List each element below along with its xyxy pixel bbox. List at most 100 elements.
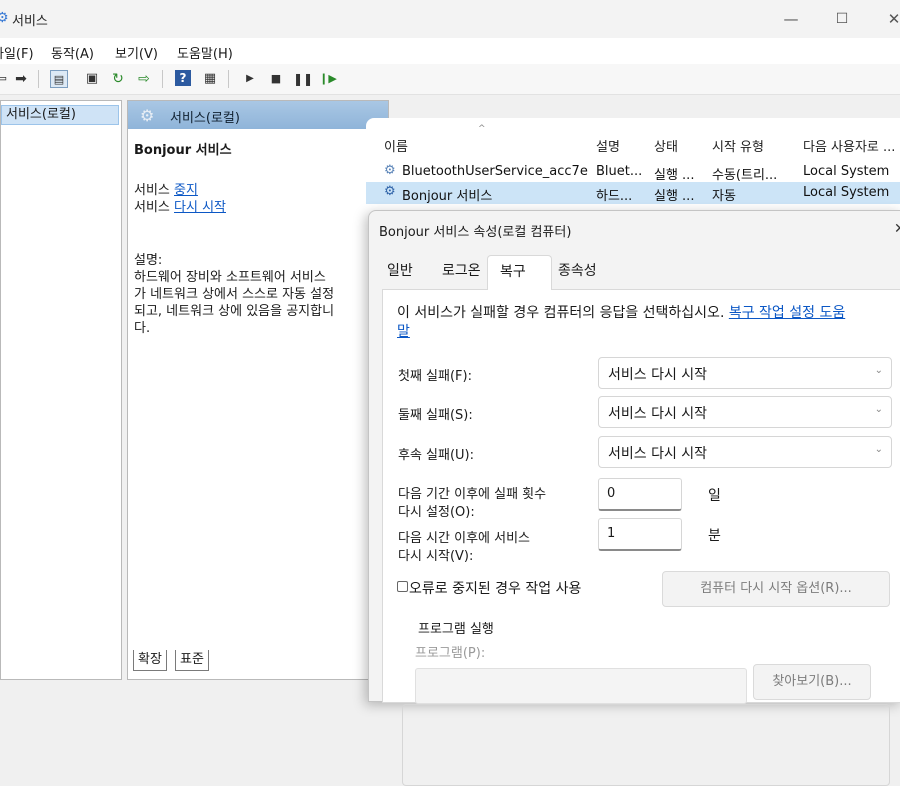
menu-view[interactable]: 보기(V) — [115, 43, 158, 62]
menu-bar: 파일(F) 동작(A) 보기(V) 도움말(H) — [0, 38, 900, 64]
service-name: Bonjour 서비스 — [402, 189, 493, 204]
subsequent-failure-value: 서비스 다시 시작 — [608, 446, 708, 462]
restart-after-unit: 분 — [708, 528, 721, 544]
dialog-close-icon[interactable]: ✕ — [894, 221, 900, 237]
refresh-icon[interactable]: ↻ — [109, 70, 127, 88]
column-header-logon-as[interactable]: 다음 사용자로 ... — [803, 136, 895, 155]
chevron-down-icon: ⌄ — [874, 444, 883, 455]
restart-after-label: 다음 시간 이후에 서비스 — [398, 531, 530, 546]
service-description: 하드... — [596, 189, 633, 204]
toolbar-separator — [162, 70, 163, 88]
first-failure-label: 첫째 실패(F): — [398, 369, 472, 384]
column-header-startup-type[interactable]: 시작 유형 — [712, 136, 764, 155]
start-icon[interactable]: ▶ — [241, 70, 259, 88]
chevron-down-icon: ⌄ — [874, 404, 883, 415]
tab-logon[interactable]: 로그온 — [442, 260, 481, 280]
table-row-selected[interactable]: ⚙ Bonjour 서비스 하드... 실행 ... 자동 Local Syst… — [366, 182, 900, 204]
menu-file[interactable]: 파일(F) — [0, 43, 34, 62]
service-logon-as: Local System — [803, 185, 890, 200]
title-bar: ⚙ 서비스 — ☐ ✕ — [0, 0, 900, 38]
restart-computer-options-label: 컴퓨터 다시 시작 옵션(R)... — [700, 581, 852, 596]
table-row[interactable]: ⚙ BluetoothUserService_acc7e Bluet... 실행… — [366, 162, 900, 183]
gear-icon: ⚙ — [140, 106, 155, 125]
run-program-group — [402, 704, 890, 786]
export-list-icon[interactable]: ⇨ — [135, 70, 153, 88]
restart-computer-options-button[interactable]: 컴퓨터 다시 시작 옵션(R)... — [662, 571, 890, 607]
services-app-icon: ⚙ — [0, 10, 9, 26]
reset-count-label: 다음 기간 이후에 실패 횟수 — [398, 487, 547, 502]
stop-icon[interactable]: ■ — [267, 70, 285, 88]
restart-prefix: 서비스 — [134, 200, 175, 215]
help-icon[interactable]: ? — [175, 70, 191, 86]
extended-view-pane: ⚙ 서비스(로컬) Bonjour 서비스 서비스 중지 서비스 다시 시작 설… — [127, 100, 389, 680]
maximize-icon[interactable]: ☐ — [831, 8, 853, 30]
recovery-help-link-cont[interactable]: 말 — [397, 324, 410, 340]
service-properties-dialog: Bonjour 서비스 속성(로컬 컴퓨터) ✕ 일반 로그온 복구 종속성 이… — [368, 210, 900, 786]
tab-standard[interactable]: 표준 — [175, 650, 209, 671]
window-title: 서비스 — [12, 14, 48, 29]
selected-service-name: Bonjour 서비스 — [134, 143, 232, 158]
toolbar-separator — [38, 70, 39, 88]
toolbar: ⇦ ➡ ▤ ▣ ↻ ⇨ ? ▦ ▶ ■ ❚❚ ❙▶ — [0, 64, 900, 95]
service-status: 실행 ... — [654, 189, 695, 204]
browse-button[interactable]: 찾아보기(B)... — [753, 664, 871, 700]
subsequent-failure-label: 후속 실패(U): — [398, 448, 475, 463]
tree-item-label: 서비스(로컬) — [6, 107, 76, 122]
service-name: BluetoothUserService_acc7e — [402, 164, 588, 179]
show-hide-tree-icon[interactable]: ▤ — [50, 70, 68, 88]
reset-count-unit: 일 — [708, 488, 721, 504]
first-failure-select[interactable]: 서비스 다시 시작 ⌄ — [598, 357, 892, 389]
services-list: ^ 이름 설명 상태 시작 유형 다음 사용자로 ... ⚙ Bluetooth… — [366, 118, 900, 218]
tab-dependencies[interactable]: 종속성 — [558, 260, 597, 280]
menu-action[interactable]: 동작(A) — [51, 43, 94, 62]
restart-service-line: 서비스 다시 시작 — [134, 196, 226, 215]
recovery-tab-panel: 이 서비스가 실패할 경우 컴퓨터의 응답을 선택하십시오. 복구 작업 설정 … — [382, 289, 900, 786]
service-description: Bluet... — [596, 164, 643, 179]
pane-header: ⚙ 서비스(로컬) — [128, 101, 388, 129]
gear-icon: ⚙ — [384, 163, 396, 178]
reset-count-label-2: 다시 설정(O): — [398, 505, 475, 520]
tab-extended[interactable]: 확장 — [133, 650, 167, 671]
properties-icon[interactable]: ▣ — [83, 70, 101, 88]
tree-item-services-local[interactable]: 서비스(로컬) — [1, 105, 119, 125]
program-path-input[interactable] — [415, 668, 747, 704]
restart-after-minutes-input[interactable]: 1 — [598, 518, 682, 551]
run-program-group-label: 프로그램 실행 — [412, 618, 500, 637]
toolbar-separator — [228, 70, 229, 88]
close-icon[interactable]: ✕ — [883, 8, 900, 30]
minimize-icon[interactable]: — — [780, 8, 802, 30]
intro-paragraph: 이 서비스가 실패할 경우 컴퓨터의 응답을 선택하십시오. 복구 작업 설정 … — [397, 304, 897, 342]
service-startup-type: 자동 — [712, 189, 736, 204]
menu-help[interactable]: 도움말(H) — [177, 43, 233, 62]
enable-actions-checkbox[interactable] — [397, 581, 408, 592]
second-failure-value: 서비스 다시 시작 — [608, 406, 708, 422]
program-label: 프로그램(P): — [415, 646, 486, 661]
column-header-description[interactable]: 설명 — [596, 136, 620, 155]
sort-caret-icon: ^ — [478, 124, 486, 134]
service-status: 실행 ... — [654, 168, 695, 183]
enable-actions-label: 오류로 중지된 경우 작업 사용 — [409, 581, 582, 597]
forward-icon[interactable]: ➡ — [12, 70, 30, 88]
subsequent-failure-select[interactable]: 서비스 다시 시작 ⌄ — [598, 436, 892, 468]
first-failure-value: 서비스 다시 시작 — [608, 367, 708, 383]
restart-after-label-2: 다시 시작(V): — [398, 549, 474, 564]
column-header-name[interactable]: 이름 — [384, 136, 408, 155]
restart-after-value: 1 — [607, 526, 616, 541]
service-logon-as: Local System — [803, 164, 890, 179]
tab-recovery[interactable]: 복구 — [487, 255, 552, 290]
chevron-down-icon: ⌄ — [874, 365, 883, 376]
second-failure-label: 둘째 실패(S): — [398, 408, 473, 423]
resume-icon[interactable]: ❙▶ — [319, 70, 337, 88]
recovery-help-link[interactable]: 복구 작업 설정 도움 — [729, 305, 845, 321]
column-header-status[interactable]: 상태 — [654, 136, 678, 155]
second-failure-select[interactable]: 서비스 다시 시작 ⌄ — [598, 396, 892, 428]
back-icon[interactable]: ⇦ — [0, 70, 10, 88]
console-icon[interactable]: ▦ — [201, 70, 219, 88]
reset-count-days-input[interactable]: 0 — [598, 478, 682, 511]
pause-icon[interactable]: ❚❚ — [293, 70, 313, 88]
restart-service-link[interactable]: 다시 시작 — [174, 200, 226, 215]
intro-text: 이 서비스가 실패할 경우 컴퓨터의 응답을 선택하십시오. — [397, 305, 729, 321]
tab-general[interactable]: 일반 — [387, 260, 413, 280]
description-line: 되고, 네트워크 상에 있음을 공지합니 — [134, 304, 335, 319]
reset-count-value: 0 — [607, 486, 616, 501]
